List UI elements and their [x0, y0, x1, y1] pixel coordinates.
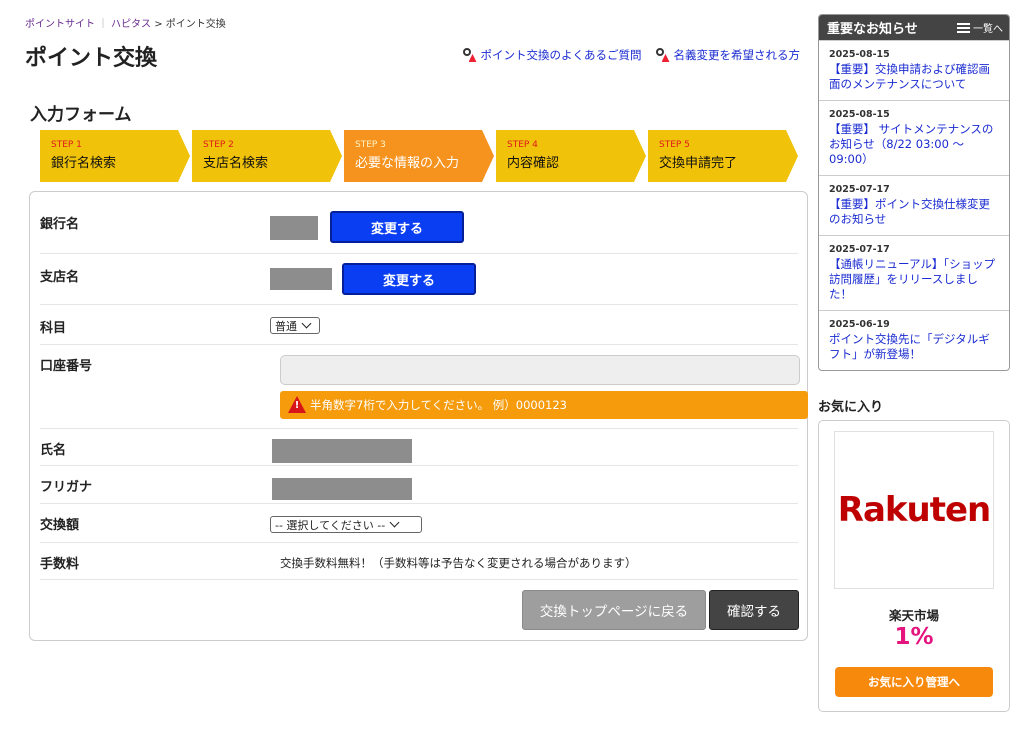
- name-change-link-label: 名義変更を希望される方: [673, 48, 801, 62]
- rakuten-logo[interactable]: Rakuten: [834, 431, 994, 589]
- faq-link[interactable]: ポイント交換のよくあるご質問: [462, 47, 642, 63]
- step-1: STEP 1 銀行名検索: [40, 130, 190, 182]
- step-4: STEP 4 内容確認: [496, 130, 646, 182]
- step-3-active: STEP 3 必要な情報の入力: [344, 130, 494, 182]
- warning-text: 半角数字7桁で入力してください。 例）0000123: [310, 398, 567, 412]
- breadcrumb-current: ポイント交換: [165, 19, 226, 30]
- amount-select[interactable]: -- 選択してください --: [270, 516, 422, 533]
- notice-link[interactable]: 【重要】ポイント交換仕様変更のお知らせ: [829, 197, 999, 227]
- favorites-title: お気に入り: [818, 400, 884, 415]
- step-label: 交換申請完了: [659, 156, 738, 171]
- kana-label: フリガナ: [40, 480, 93, 495]
- account-type-row: 科目 普通: [40, 305, 798, 345]
- notice-item: 2025-08-15 【重要】交換申請および確認画面のメンテナンスについて: [819, 40, 1009, 100]
- fee-row: 手数料 交換手数料無料！（手数料等は予告なく変更される場合があります）: [40, 543, 798, 580]
- account-number-warning: 半角数字7桁で入力してください。 例）0000123: [280, 391, 808, 419]
- change-bank-button[interactable]: 変更する: [330, 211, 464, 243]
- breadcrumb: ポイントサイト｜ハピタス > ポイント交換: [25, 15, 226, 30]
- branch-name-value: [270, 268, 332, 290]
- amount-label: 交換額: [40, 518, 80, 533]
- account-type-label: 科目: [40, 321, 67, 336]
- notice-link[interactable]: 【重要】 サイトメンテナンスのお知らせ（8/22 03:00 〜 09:00）: [829, 122, 999, 167]
- step-number: STEP 5: [659, 140, 690, 150]
- breadcrumb-link-point-site[interactable]: ポイントサイト: [25, 19, 95, 30]
- account-number-label: 口座番号: [40, 359, 93, 374]
- key-icon: [462, 48, 477, 62]
- shop-name[interactable]: 楽天市場: [819, 605, 1009, 624]
- key-icon: [655, 48, 670, 62]
- step-2: STEP 2 支店名検索: [192, 130, 342, 182]
- form-heading: 入力フォーム: [30, 105, 132, 125]
- amount-select-value: -- 選択してください --: [275, 518, 386, 532]
- account-type-select[interactable]: 普通: [270, 317, 320, 334]
- step-number: STEP 3: [355, 140, 386, 150]
- amount-row: 交換額 -- 選択してください --: [40, 504, 798, 543]
- chevron-down-icon: [389, 517, 400, 528]
- notice-box: 重要なお知らせ 一覧へ 2025-08-15 【重要】交換申請および確認画面のメ…: [818, 14, 1010, 371]
- step-label: 銀行名検索: [51, 156, 117, 171]
- kana-row: フリガナ: [40, 466, 798, 504]
- step-number: STEP 4: [507, 140, 538, 150]
- notice-header: 重要なお知らせ 一覧へ: [819, 15, 1009, 40]
- notice-item: 2025-07-17 【通帳リニューアル】「ショップ訪問履歴」をリリースしました…: [819, 235, 1009, 310]
- step-label: 必要な情報の入力: [355, 156, 460, 171]
- notice-item: 2025-08-15 【重要】 サイトメンテナンスのお知らせ（8/22 03:0…: [819, 100, 1009, 175]
- fee-label: 手数料: [40, 557, 80, 572]
- favorite-card: Rakuten 楽天市場 1% お気に入り管理へ: [818, 420, 1010, 712]
- main-content: ポイントサイト｜ハピタス > ポイント交換 ポイント交換 ポイント交換のよくある…: [0, 0, 812, 729]
- name-label: 氏名: [40, 443, 67, 458]
- list-icon: [957, 22, 970, 33]
- page-title: ポイント交換: [25, 46, 158, 71]
- step-5: STEP 5 交換申請完了: [648, 130, 798, 182]
- name-change-link[interactable]: 名義変更を希望される方: [655, 47, 801, 63]
- notice-date: 2025-06-19: [829, 319, 890, 330]
- chevron-down-icon: [301, 318, 312, 329]
- notice-link[interactable]: 【通帳リニューアル】「ショップ訪問履歴」をリリースしました！: [829, 257, 999, 302]
- exchange-form: 銀行名 変更する 支店名 変更する 科目 普通 口座番号 半角数字7桁で入力して…: [29, 191, 808, 641]
- view-all-label: 一覧へ: [973, 24, 1003, 35]
- notice-item: 2025-07-17 【重要】ポイント交換仕様変更のお知らせ: [819, 175, 1009, 235]
- step-number: STEP 1: [51, 140, 82, 150]
- notice-link[interactable]: 【重要】交換申請および確認画面のメンテナンスについて: [829, 62, 999, 92]
- step-label: 内容確認: [507, 156, 560, 171]
- manage-favorites-button[interactable]: お気に入り管理へ: [835, 667, 993, 697]
- account-number-row: 口座番号 半角数字7桁で入力してください。 例）0000123: [40, 345, 808, 429]
- point-rate: 1%: [894, 624, 934, 650]
- breadcrumb-separator: ｜: [98, 19, 108, 30]
- name-value: [272, 439, 412, 463]
- step-label: 支店名検索: [203, 156, 269, 171]
- bank-name-value: [270, 216, 318, 240]
- notice-date: 2025-08-15: [829, 109, 890, 120]
- step-indicator: STEP 1 銀行名検索 STEP 2 支店名検索 STEP 3 必要な情報の入…: [40, 130, 800, 182]
- bank-label: 銀行名: [40, 217, 80, 232]
- fee-text: 交換手数料無料！（手数料等は予告なく変更される場合があります）: [280, 556, 637, 570]
- notice-date: 2025-08-15: [829, 49, 890, 60]
- notice-title: 重要なお知らせ: [827, 22, 918, 37]
- confirm-button[interactable]: 確認する: [709, 590, 799, 630]
- account-type-value: 普通: [275, 319, 297, 333]
- branch-row: 支店名 変更する: [40, 254, 798, 305]
- change-branch-button[interactable]: 変更する: [342, 263, 476, 295]
- help-links: ポイント交換のよくあるご質問 名義変更を希望される方: [462, 47, 801, 63]
- bank-row: 銀行名 変更する: [40, 202, 798, 254]
- branch-label: 支店名: [40, 270, 80, 285]
- breadcrumb-arrow: >: [154, 19, 163, 30]
- warning-icon: [288, 396, 306, 413]
- account-number-input[interactable]: [280, 355, 800, 385]
- view-all-link[interactable]: 一覧へ: [957, 20, 1003, 35]
- notice-item: 2025-06-19 ポイント交換先に「デジタルギフト」が新登場！: [819, 310, 1009, 370]
- back-to-top-button[interactable]: 交換トップページに戻る: [522, 590, 706, 630]
- breadcrumb-link-hapitas[interactable]: ハピタス: [111, 19, 151, 30]
- name-row: 氏名: [40, 429, 798, 466]
- logo-text: Rakuten: [837, 490, 991, 530]
- kana-value: [272, 478, 412, 500]
- step-number: STEP 2: [203, 140, 234, 150]
- sidebar: 重要なお知らせ 一覧へ 2025-08-15 【重要】交換申請および確認画面のメ…: [818, 14, 1010, 712]
- notice-link[interactable]: ポイント交換先に「デジタルギフト」が新登場！: [829, 332, 999, 362]
- notice-date: 2025-07-17: [829, 184, 890, 195]
- faq-link-label: ポイント交換のよくあるご質問: [480, 48, 642, 62]
- notice-date: 2025-07-17: [829, 244, 890, 255]
